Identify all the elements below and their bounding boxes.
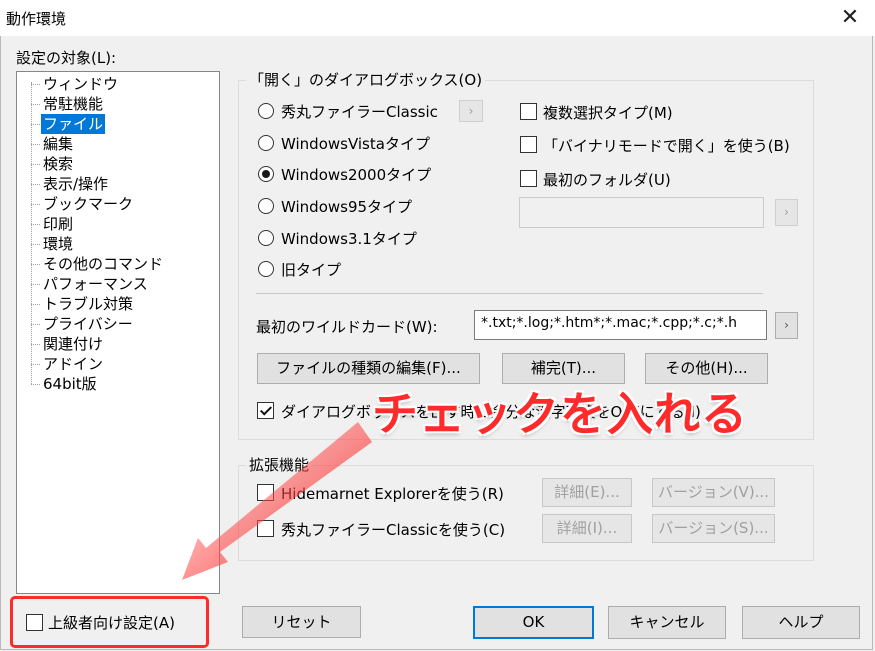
open-option-checkbox[interactable] [520,136,537,153]
tree-connector [31,384,40,385]
tree-connector [31,124,40,125]
tree-connector [31,184,40,185]
radio-label: WindowsVistaタイプ [281,135,430,153]
tree-item[interactable]: 編集 [41,134,75,154]
tree-connector [31,82,32,384]
open-option-label: 最初のフォルダ(U) [543,171,671,189]
radio-2[interactable] [258,166,274,182]
tree-connector [31,304,40,305]
help-button[interactable]: ヘルプ [742,606,860,639]
reset-button[interactable]: リセット [242,606,361,638]
tree-item[interactable]: ファイル [41,114,106,134]
filer-classic-detail-button[interactable]: 詳細(I)... [542,514,632,543]
tree-item[interactable]: パフォーマンス [41,274,150,294]
tree-label: 設定の対象(L): [16,49,117,67]
tree-item[interactable]: 表示/操作 [41,174,110,194]
tree-connector [31,84,40,85]
radio-label: Windows3.1タイプ [281,230,417,248]
tree-item[interactable]: 環境 [41,234,75,254]
tree-connector [31,244,40,245]
tree-item[interactable]: 64bit版 [41,374,99,394]
chevron-right-icon: › [784,205,789,219]
open-option-checkbox[interactable] [520,170,537,187]
ok-button[interactable]: OK [473,606,594,639]
window-title: 動作環境 [6,10,67,28]
tree-item[interactable]: ウィンドウ [41,74,120,94]
tree-item[interactable]: ブックマーク [41,194,135,214]
radio-label: 秀丸ファイラーClassic [281,103,438,121]
radio-3[interactable] [258,198,274,214]
filer-classic-version-button[interactable]: バージョン(S)... [652,514,775,543]
tree-connector [31,344,40,345]
tree-item[interactable]: トラブル対策 [41,294,135,314]
tree-item[interactable]: プライバシー [41,314,135,334]
wildcard-input[interactable]: *.txt;*.log;*.htm*;*.mac;*.cpp;*.c;*.h [474,310,767,340]
tree-item[interactable]: 常駐機能 [41,94,105,114]
tree-item[interactable]: 印刷 [41,214,75,234]
annotation-arrow [182,422,372,580]
tree-item[interactable]: アドイン [41,354,105,374]
tree-connector [31,284,40,285]
radio-1[interactable] [258,135,274,151]
tree-connector [31,324,40,325]
tree-connector [31,144,40,145]
tree-item[interactable]: その他のコマンド [41,254,165,274]
radio-label: Windows2000タイプ [281,166,432,184]
open-option-label: 複数選択タイプ(M) [543,104,673,122]
tree-item[interactable]: 検索 [41,154,75,174]
hidemarnet-detail-button[interactable]: 詳細(E)... [542,478,632,507]
tree-item[interactable]: 関連付け [41,334,105,354]
tree-connector [31,164,40,165]
close-icon[interactable]: ✕ [833,4,867,32]
radio-5[interactable] [258,261,274,277]
open-option-label: 「バイナリモードで開く」を使う(B) [543,137,790,155]
radio-label: Windows95タイプ [281,198,413,216]
wildcard-arrow-button[interactable]: › [775,312,798,339]
radio-label: 旧タイプ [281,261,342,279]
tree-connector [31,104,40,105]
tree-connector [31,364,40,365]
wildcard-label: 最初のワイルドカード(W): [256,318,438,336]
annotation-highlight-box [10,596,209,648]
chevron-right-icon: › [468,104,474,118]
tree-connector [31,264,40,265]
tree-connector [31,224,40,225]
hidemarnet-version-button[interactable]: バージョン(V)... [652,478,775,507]
chevron-right-icon: › [784,318,789,332]
folder-arrow-button[interactable]: › [775,199,798,226]
tree-connector [31,204,40,205]
open-dialog-group-title: 「開く」のダイアログボックス(O) [246,69,486,90]
title-bar [0,0,875,36]
ime-off-checkbox[interactable] [257,402,274,419]
filer-classic-arrow-button[interactable]: › [459,100,483,122]
first-folder-input[interactable] [519,197,764,228]
annotation-text: チェックを入れる [372,387,748,441]
radio-4[interactable] [258,230,274,246]
separator [256,293,763,294]
radio-0[interactable] [258,103,274,119]
cancel-button[interactable]: キャンセル [608,606,726,639]
open-option-checkbox[interactable] [520,103,537,120]
